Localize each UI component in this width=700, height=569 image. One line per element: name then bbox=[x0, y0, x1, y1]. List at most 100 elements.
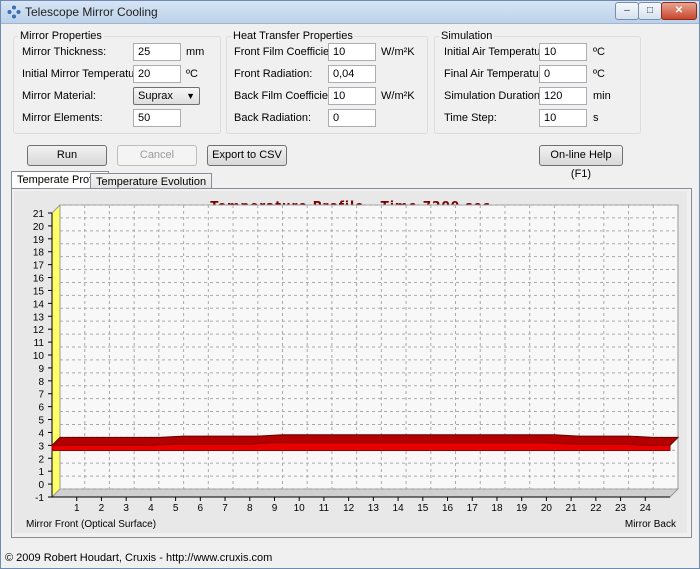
y-tick-label: 13 bbox=[33, 312, 45, 323]
window-title: Telescope Mirror Cooling bbox=[25, 5, 158, 19]
close-button[interactable]: ✕ bbox=[661, 2, 697, 20]
chevron-down-icon: ▼ bbox=[186, 91, 195, 101]
y-tick-label: 16 bbox=[33, 274, 45, 285]
y-tick-label: 14 bbox=[33, 299, 45, 310]
back-film-unit: W/m²K bbox=[381, 90, 415, 102]
elements-label: Mirror Elements: bbox=[22, 112, 103, 124]
init-mirror-temp-input[interactable]: 20 bbox=[133, 65, 181, 83]
x-tick-label: 6 bbox=[198, 503, 204, 514]
init-air-unit: ºC bbox=[593, 46, 605, 58]
x-tick-label: 20 bbox=[541, 503, 553, 514]
x-tick-label: 8 bbox=[247, 503, 253, 514]
init-mirror-temp-label: Initial Mirror Temperature: bbox=[22, 68, 148, 80]
y-tick-label: 10 bbox=[33, 351, 45, 362]
maximize-button[interactable]: □ bbox=[638, 2, 662, 20]
duration-input[interactable]: 120 bbox=[539, 87, 587, 105]
thickness-unit: mm bbox=[186, 46, 205, 58]
y-tick-label: 1 bbox=[38, 467, 44, 478]
cancel-button[interactable]: Cancel bbox=[117, 145, 197, 166]
status-bar: © 2009 Robert Houdart, Cruxis - http://w… bbox=[1, 549, 699, 568]
time-step-unit: s bbox=[593, 112, 599, 124]
temperature-profile-chart: -101234567891011121314151617181920211 2 3 4… bbox=[26, 203, 680, 530]
elements-input[interactable]: 50 bbox=[133, 109, 181, 127]
run-button[interactable]: Run bbox=[27, 145, 107, 166]
front-film-unit: W/m²K bbox=[381, 46, 415, 58]
final-air-input[interactable]: 0 bbox=[539, 65, 587, 83]
y-tick-label: 17 bbox=[33, 261, 45, 272]
x-tick-label: 15 bbox=[417, 503, 429, 514]
x-tick-label: 10 bbox=[294, 503, 306, 514]
x-tick-label: 2 bbox=[99, 503, 105, 514]
x-tick-label: 24 bbox=[640, 503, 652, 514]
simulation-group: Simulation Initial Air Temperature: 10 º… bbox=[434, 30, 641, 134]
y-tick-label: 15 bbox=[33, 286, 45, 297]
x-axis-label-left: Mirror Front (Optical Surface) bbox=[26, 519, 156, 530]
y-tick-label: 18 bbox=[33, 248, 45, 259]
time-step-input[interactable]: 10 bbox=[539, 109, 587, 127]
material-value: Suprax bbox=[138, 90, 173, 102]
material-select[interactable]: Suprax ▼ bbox=[133, 87, 200, 105]
back-film-input[interactable]: 10 bbox=[328, 87, 376, 105]
thickness-label: Mirror Thickness: bbox=[22, 46, 107, 58]
group-title: Mirror Properties bbox=[18, 30, 104, 42]
x-tick-label: 17 bbox=[467, 503, 479, 514]
x-tick-label: 14 bbox=[393, 503, 405, 514]
y-tick-label: 6 bbox=[38, 403, 44, 414]
export-csv-button[interactable]: Export to CSV bbox=[207, 145, 287, 166]
front-film-label: Front Film Coefficient: bbox=[234, 46, 342, 58]
x-tick-label: 5 bbox=[173, 503, 179, 514]
x-tick-label: 1 bbox=[74, 503, 80, 514]
y-tick-label: -1 bbox=[35, 493, 44, 504]
front-radiation-input[interactable]: 0,04 bbox=[328, 65, 376, 83]
x-tick-label: 16 bbox=[442, 503, 454, 514]
back-radiation-label: Back Radiation: bbox=[234, 112, 312, 124]
x-tick-label: 4 bbox=[148, 503, 154, 514]
status-text: © 2009 Robert Houdart, Cruxis - http://w… bbox=[5, 552, 273, 564]
y-tick-label: 5 bbox=[38, 416, 44, 427]
tab-panel: Temperature Profile - Time 7200 sec -101… bbox=[11, 188, 692, 538]
back-radiation-input[interactable]: 0 bbox=[328, 109, 376, 127]
x-tick-label: 22 bbox=[590, 503, 602, 514]
time-step-label: Time Step: bbox=[444, 112, 497, 124]
y-tick-label: 3 bbox=[38, 441, 44, 452]
group-title: Heat Transfer Properties bbox=[231, 30, 355, 42]
app-icon bbox=[7, 5, 21, 19]
help-button[interactable]: On-line Help (F1) bbox=[539, 145, 623, 180]
x-tick-label: 21 bbox=[566, 503, 578, 514]
y-tick-label: 12 bbox=[33, 325, 45, 336]
title-bar[interactable]: Telescope Mirror Cooling – □ ✕ bbox=[1, 1, 699, 24]
thickness-input[interactable]: 25 bbox=[133, 43, 181, 61]
x-tick-label: 19 bbox=[516, 503, 528, 514]
x-tick-label: 18 bbox=[491, 503, 503, 514]
init-air-label: Initial Air Temperature: bbox=[444, 46, 554, 58]
front-film-input[interactable]: 10 bbox=[328, 43, 376, 61]
x-tick-label: 9 bbox=[272, 503, 278, 514]
y-tick-label: 19 bbox=[33, 235, 45, 246]
init-air-input[interactable]: 10 bbox=[539, 43, 587, 61]
y-tick-label: 20 bbox=[33, 222, 45, 233]
x-tick-label: 11 bbox=[319, 503, 330, 514]
y-tick-label: 4 bbox=[38, 428, 44, 439]
axis-wall bbox=[51, 203, 61, 499]
plot-floor bbox=[50, 488, 680, 498]
minimize-button[interactable]: – bbox=[615, 2, 639, 20]
chart-area: Temperature Profile - Time 7200 sec -101… bbox=[14, 191, 687, 533]
app-window: Telescope Mirror Cooling – □ ✕ Mirror Pr… bbox=[0, 0, 700, 569]
back-film-label: Back Film Coefficient: bbox=[234, 90, 341, 102]
x-tick-label: 12 bbox=[343, 503, 355, 514]
group-title: Simulation bbox=[439, 30, 495, 42]
final-air-unit: ºC bbox=[593, 68, 605, 80]
front-radiation-label: Front Radiation: bbox=[234, 68, 313, 80]
mirror-properties-group: Mirror Properties Mirror Thickness: 25 m… bbox=[13, 30, 221, 134]
x-tick-label: 23 bbox=[615, 503, 627, 514]
y-tick-label: 11 bbox=[34, 338, 45, 349]
y-tick-label: 21 bbox=[33, 209, 45, 220]
duration-unit: min bbox=[593, 90, 611, 102]
duration-label: Simulation Duration: bbox=[444, 90, 544, 102]
y-tick-label: 8 bbox=[38, 377, 44, 388]
x-tick-label: 13 bbox=[368, 503, 380, 514]
final-air-label: Final Air Temperature: bbox=[444, 68, 552, 80]
y-tick-label: 0 bbox=[38, 480, 44, 491]
init-mirror-temp-unit: ºC bbox=[186, 68, 198, 80]
x-tick-label: 7 bbox=[222, 503, 228, 514]
